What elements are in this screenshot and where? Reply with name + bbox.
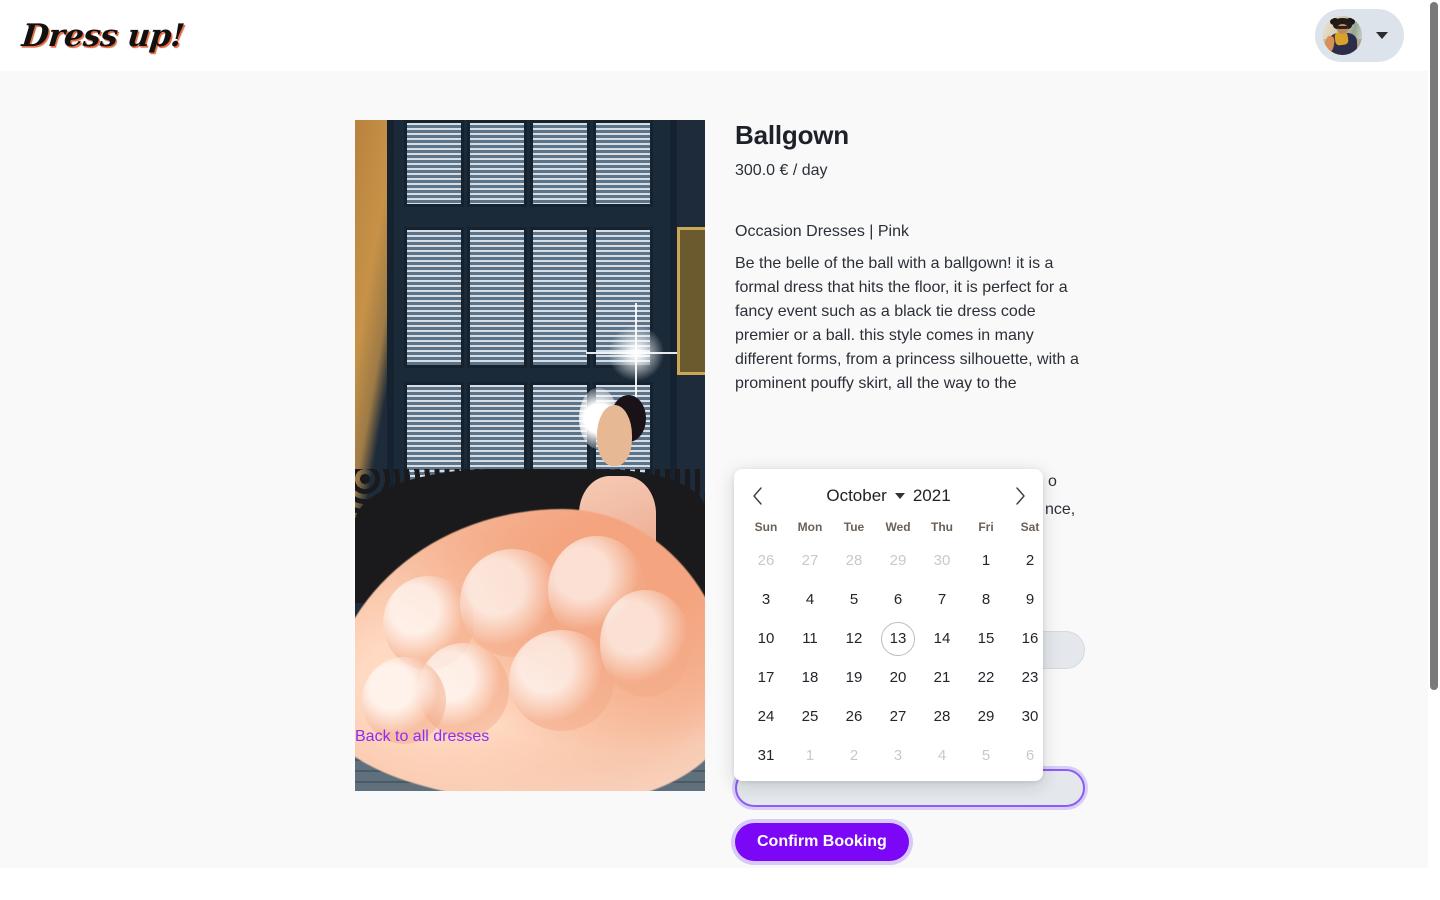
calendar-day[interactable]: 30	[920, 541, 964, 580]
calendar-day[interactable]: 9	[1008, 580, 1052, 619]
calendar-day[interactable]: 3	[744, 580, 788, 619]
product-detail: Ballgown 300.0 € / day Occasion Dresses …	[735, 120, 1095, 396]
calendar-week-row: 26 27 28 29 30 1 2	[744, 541, 1035, 580]
calendar-day[interactable]: 29	[964, 697, 1008, 736]
calendar-day[interactable]: 28	[920, 697, 964, 736]
calendar-day[interactable]: 17	[744, 658, 788, 697]
calendar-day[interactable]: 28	[832, 541, 876, 580]
calendar-day[interactable]: 11	[788, 619, 832, 658]
calendar-day[interactable]: 2	[1008, 541, 1052, 580]
calendar-day[interactable]: 1	[788, 736, 832, 775]
calendar-day[interactable]: 22	[964, 658, 1008, 697]
calendar-day[interactable]: 30	[1008, 697, 1052, 736]
calendar-day[interactable]: 25	[788, 697, 832, 736]
product-price: 300.0 € / day	[735, 162, 828, 179]
date-picker-popup[interactable]: October 2021 Sun Mon Tue Wed Thu Fri Sat 26 27 2…	[734, 469, 1043, 781]
calendar-day[interactable]: 7	[920, 580, 964, 619]
calendar-day[interactable]: 14	[920, 619, 964, 658]
calendar-day[interactable]: 19	[832, 658, 876, 697]
calendar-weekday-thu: Thu	[931, 520, 953, 534]
calendar-day[interactable]: 26	[744, 541, 788, 580]
product-category: Occasion Dresses | Pink	[735, 223, 909, 240]
calendar-week-row: 31 1 2 3 4 5 6	[744, 736, 1035, 775]
chevron-right-icon[interactable]	[1007, 483, 1033, 509]
calendar-header: October 2021	[744, 479, 1033, 513]
app-root: Dress up! Back to all dresses Ballgown 3…	[0, 0, 1440, 900]
product-description: Be the belle of the ball with a ballgown…	[735, 255, 1079, 392]
description-fragment-one: o	[1048, 473, 1057, 490]
chevron-down-icon[interactable]	[1376, 32, 1388, 39]
calendar-day[interactable]: 16	[1008, 619, 1052, 658]
calendar-day[interactable]: 5	[964, 736, 1008, 775]
calendar-day[interactable]: 24	[744, 697, 788, 736]
calendar-day[interactable]: 20	[876, 658, 920, 697]
calendar-day[interactable]: 1	[964, 541, 1008, 580]
calendar-day[interactable]: 29	[876, 541, 920, 580]
page-scrollbar[interactable]	[1428, 0, 1440, 900]
app-header: Dress up!	[0, 0, 1428, 71]
calendar-year-label[interactable]: 2021	[913, 486, 951, 506]
calendar-weekday-wed: Wed	[885, 520, 911, 534]
back-to-all-dresses-link[interactable]: Back to all dresses	[355, 728, 489, 746]
calendar-weekday-tue: Tue	[843, 520, 865, 534]
calendar-week-row: 17 18 19 20 21 22 23	[744, 658, 1039, 697]
calendar-day[interactable]: 31	[744, 736, 788, 775]
calendar-day[interactable]: 4	[920, 736, 964, 775]
calendar-day[interactable]: 21	[920, 658, 964, 697]
calendar-month-year: October 2021	[826, 486, 950, 506]
calendar-weekday-mon: Mon	[797, 520, 823, 534]
calendar-day-today[interactable]: 13	[876, 619, 920, 658]
calendar-day[interactable]: 10	[744, 619, 788, 658]
calendar-day[interactable]: 15	[964, 619, 1008, 658]
calendar-day[interactable]: 6	[1008, 736, 1052, 775]
calendar-month-label[interactable]: October	[826, 486, 886, 506]
brand-logo[interactable]: Dress up!	[20, 18, 186, 54]
product-image	[355, 120, 705, 791]
calendar-grid: 26 27 28 29 30 1 2 3 4 5 6 7 8 9 10 11 12 13 14 15 16 17 18 19 2…	[744, 541, 1039, 775]
calendar-day[interactable]: 26	[832, 697, 876, 736]
avatar	[1323, 16, 1362, 55]
calendar-week-row: 10 11 12 13 14 15 16	[744, 619, 1038, 658]
user-menu-button[interactable]	[1315, 9, 1404, 62]
calendar-week-row: 3456789	[744, 580, 1034, 619]
calendar-weekday-fri: Fri	[978, 520, 994, 534]
calendar-day[interactable]: 8	[964, 580, 1008, 619]
calendar-day[interactable]: 18	[788, 658, 832, 697]
confirm-booking-button[interactable]: Confirm Booking	[735, 823, 909, 861]
calendar-day[interactable]: 6	[876, 580, 920, 619]
calendar-day[interactable]: 23	[1008, 658, 1052, 697]
page-body: Back to all dresses Ballgown 300.0 € / d…	[0, 71, 1428, 868]
calendar-weekday-sun: Sun	[754, 520, 778, 534]
chevron-down-icon[interactable]	[894, 493, 905, 499]
calendar-weekday-sat: Sat	[1020, 520, 1040, 534]
calendar-week-row: 24 25 26 27 28 29 30	[744, 697, 1039, 736]
calendar-day[interactable]: 12	[832, 619, 876, 658]
calendar-weekday-row: Sun Mon Tue Wed Thu Fri Sat	[744, 513, 1040, 541]
chevron-left-icon[interactable]	[744, 483, 770, 509]
scrollbar-thumb[interactable]	[1430, 2, 1438, 690]
calendar-day[interactable]: 5	[832, 580, 876, 619]
calendar-day[interactable]: 2	[832, 736, 876, 775]
page-title: Ballgown	[735, 120, 849, 150]
calendar-day[interactable]: 3	[876, 736, 920, 775]
calendar-day[interactable]: 27	[788, 541, 832, 580]
calendar-day[interactable]: 4	[788, 580, 832, 619]
calendar-day[interactable]: 27	[876, 697, 920, 736]
